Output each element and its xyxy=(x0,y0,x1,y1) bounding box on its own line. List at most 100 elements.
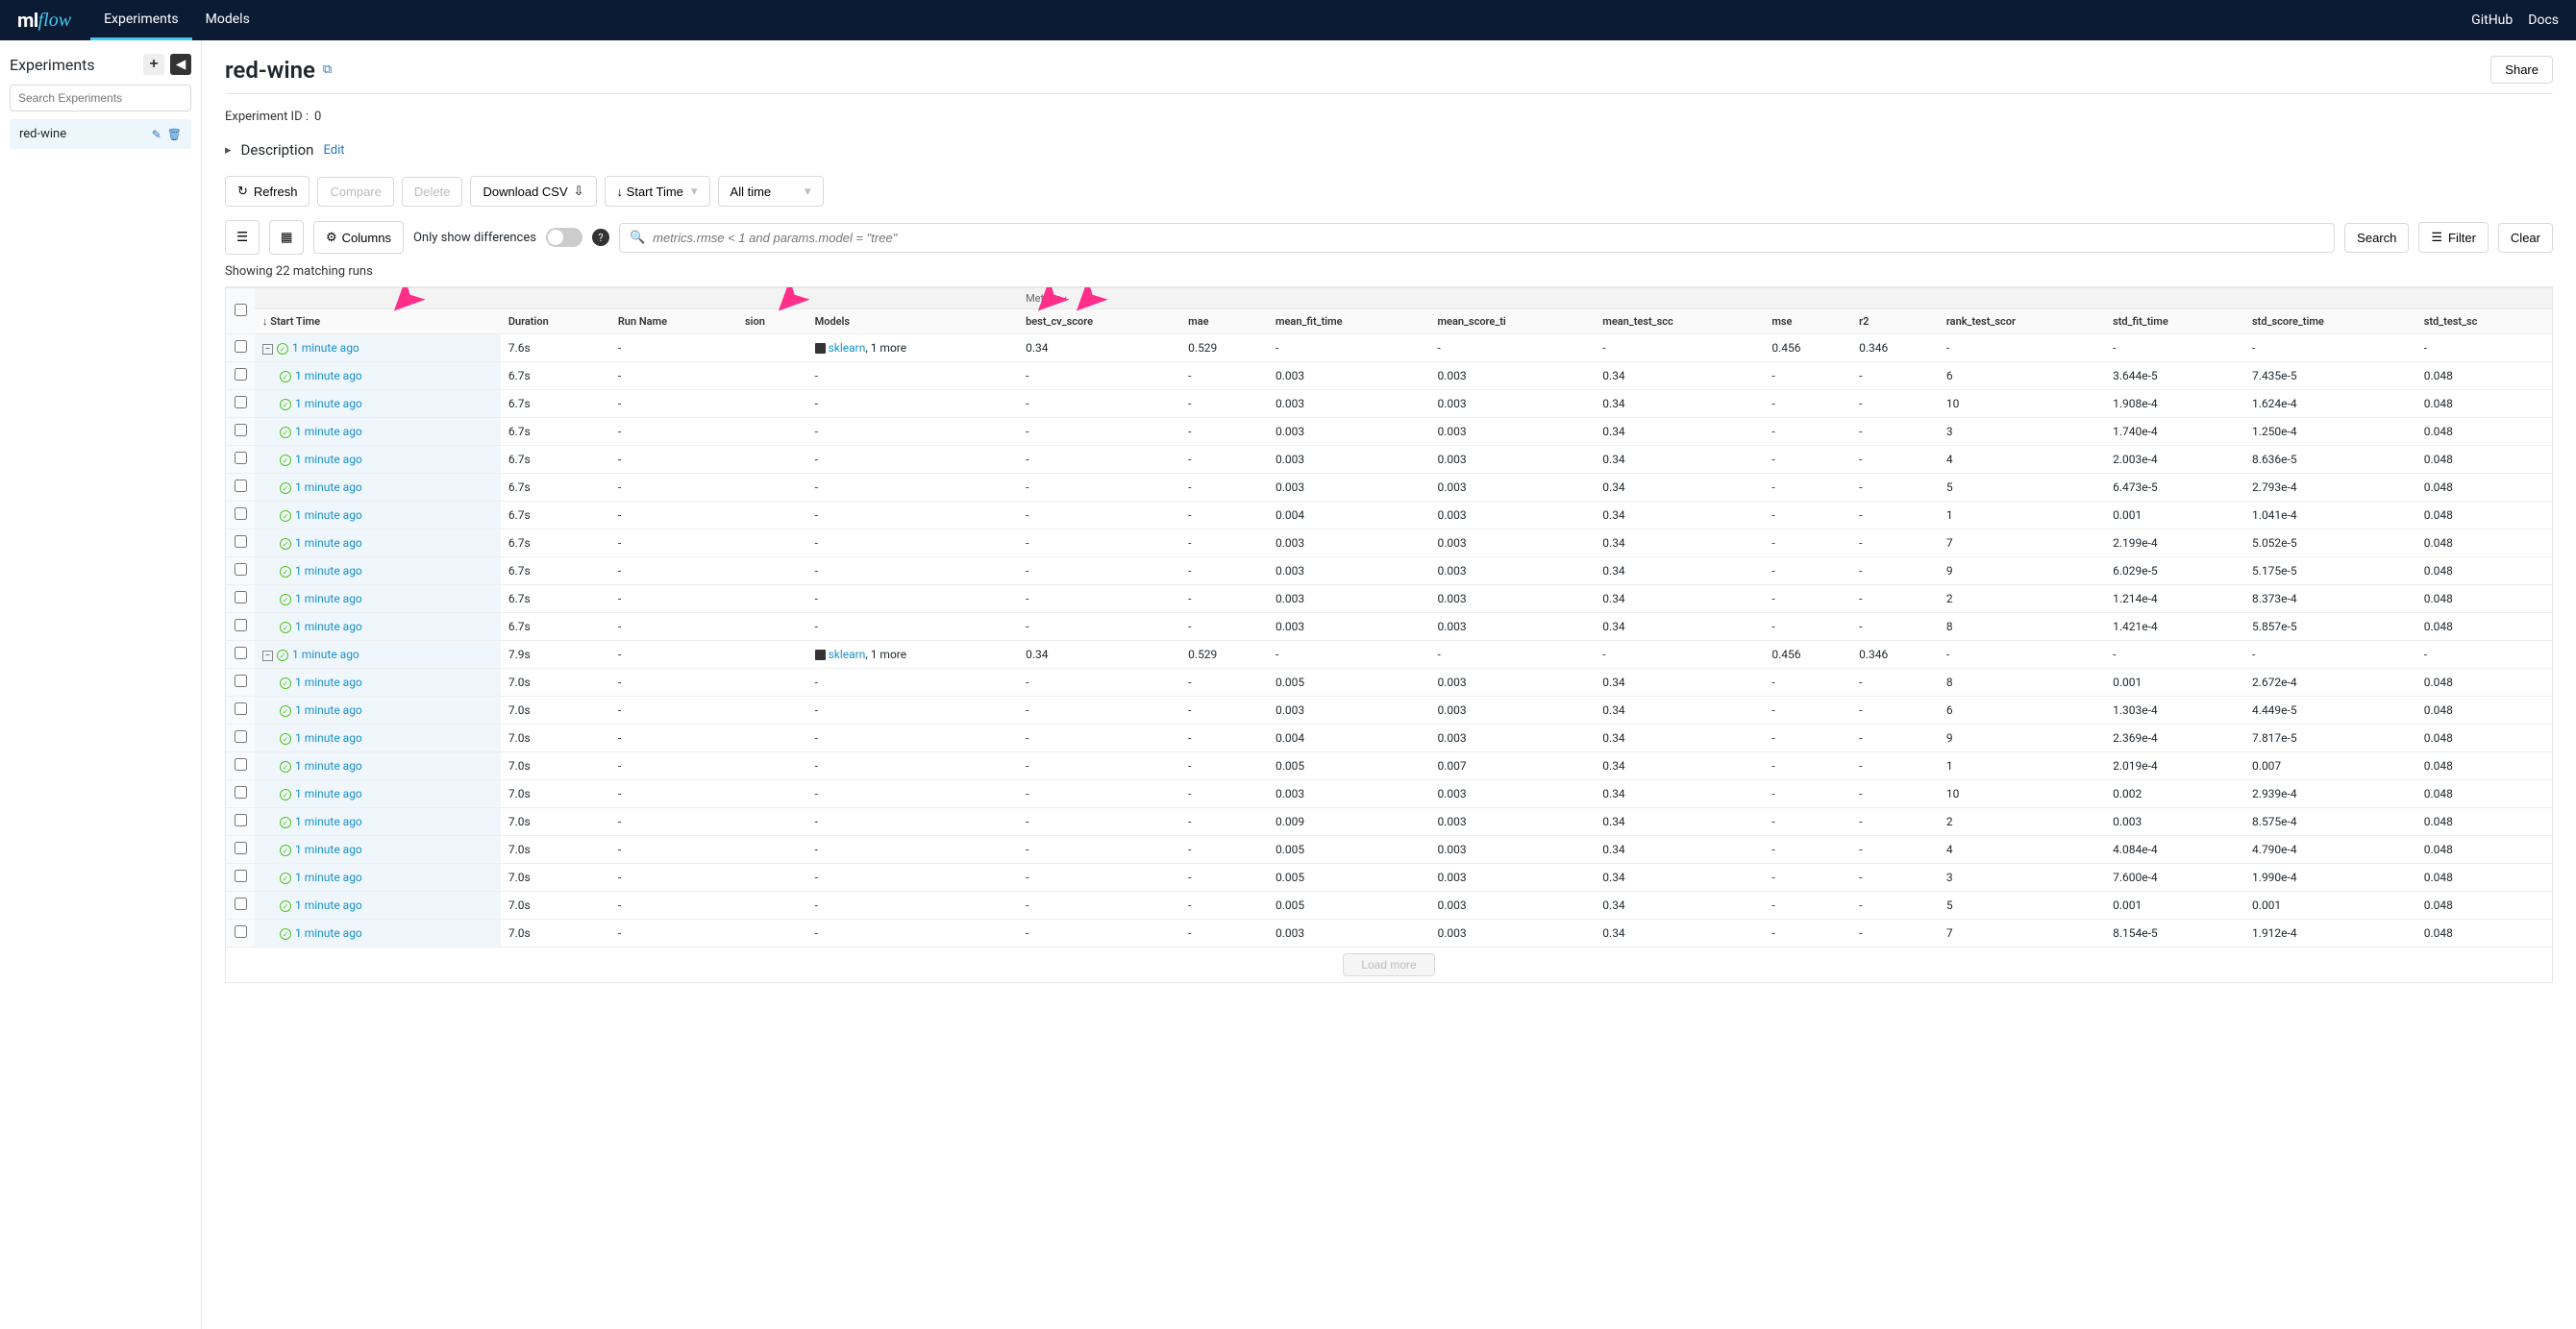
model-link[interactable]: sklearn xyxy=(829,648,866,661)
row-checkbox[interactable] xyxy=(235,535,247,548)
columns-button[interactable]: ⚙Columns xyxy=(313,221,404,254)
col-sts[interactable]: std_test_sc xyxy=(2416,309,2552,334)
trash-icon[interactable]: 🗑 xyxy=(167,128,182,141)
run-time-link[interactable]: 1 minute ago xyxy=(295,508,362,522)
run-time-link[interactable]: 1 minute ago xyxy=(295,843,362,856)
col-sst[interactable]: std_score_time xyxy=(2244,309,2416,334)
table-row[interactable]: ✓1 minute ago6.7s----0.0030.0030.34--81.… xyxy=(226,613,2552,641)
col-sft[interactable]: std_fit_time xyxy=(2105,309,2244,334)
row-checkbox[interactable] xyxy=(235,814,247,826)
copy-icon[interactable]: ⧉ xyxy=(323,62,332,77)
table-row[interactable]: −✓1 minute ago7.6s-sklearn, 1 more0.340.… xyxy=(226,334,2552,362)
row-checkbox[interactable] xyxy=(235,786,247,799)
table-row[interactable]: ✓1 minute ago7.0s----0.0030.0030.34--78.… xyxy=(226,920,2552,948)
table-row[interactable]: ✓1 minute ago7.0s----0.0050.0030.34--44.… xyxy=(226,836,2552,864)
search-button[interactable]: Search xyxy=(2344,223,2409,253)
row-checkbox[interactable] xyxy=(235,452,247,464)
table-row[interactable]: ✓1 minute ago6.7s----0.0030.0030.34--56.… xyxy=(226,474,2552,502)
help-icon[interactable]: ? xyxy=(592,229,609,246)
table-row[interactable]: ✓1 minute ago7.0s----0.0030.0030.34--100… xyxy=(226,780,2552,808)
col-mae[interactable]: mae xyxy=(1180,309,1268,334)
row-checkbox[interactable] xyxy=(235,730,247,743)
row-checkbox[interactable] xyxy=(235,368,247,381)
run-time-link[interactable]: 1 minute ago xyxy=(295,926,362,940)
search-runs-wrap[interactable]: 🔍 xyxy=(619,223,2335,253)
run-time-link[interactable]: 1 minute ago xyxy=(295,592,362,605)
link-docs[interactable]: Docs xyxy=(2528,12,2559,28)
clear-button[interactable]: Clear xyxy=(2498,223,2553,253)
run-time-link[interactable]: 1 minute ago xyxy=(295,397,362,410)
sidebar-item-redwine[interactable]: red-wine ✎ 🗑 xyxy=(10,119,191,149)
col-mft[interactable]: mean_fit_time xyxy=(1268,309,1430,334)
add-experiment-button[interactable]: + xyxy=(143,54,164,75)
timerange-select[interactable]: All time▾ xyxy=(718,176,824,207)
row-checkbox[interactable] xyxy=(235,563,247,576)
table-row[interactable]: ✓1 minute ago7.0s----0.0040.0030.34--92.… xyxy=(226,725,2552,752)
table-row[interactable]: ✓1 minute ago6.7s----0.0030.0030.34--101… xyxy=(226,390,2552,418)
run-time-link[interactable]: 1 minute ago xyxy=(295,703,362,717)
expand-icon[interactable]: − xyxy=(262,344,273,355)
row-checkbox[interactable] xyxy=(235,591,247,603)
link-github[interactable]: GitHub xyxy=(2471,12,2513,28)
download-csv-button[interactable]: Download CSV⇩ xyxy=(470,176,596,207)
tab-experiments[interactable]: Experiments xyxy=(90,0,192,40)
table-row[interactable]: ✓1 minute ago7.0s----0.0050.0030.34--37.… xyxy=(226,864,2552,892)
grid-view-button[interactable]: ▦ xyxy=(269,220,304,255)
table-row[interactable]: ✓1 minute ago6.7s----0.0030.0030.34--42.… xyxy=(226,446,2552,474)
col-mts[interactable]: mean_test_scc xyxy=(1595,309,1764,334)
logo[interactable]: mlflow xyxy=(17,9,71,32)
row-checkbox[interactable] xyxy=(235,619,247,631)
row-checkbox[interactable] xyxy=(235,842,247,854)
expand-icon[interactable]: − xyxy=(262,651,273,661)
share-button[interactable]: Share xyxy=(2490,56,2553,84)
row-checkbox[interactable] xyxy=(235,898,247,910)
col-rank[interactable]: rank_test_scor xyxy=(1939,309,2105,334)
col-duration[interactable]: Duration xyxy=(501,309,610,334)
table-row[interactable]: ✓1 minute ago7.0s----0.0030.0030.34--61.… xyxy=(226,697,2552,725)
chevron-left-icon[interactable]: ‹ xyxy=(1064,292,1067,305)
run-time-link[interactable]: 1 minute ago xyxy=(292,341,359,355)
search-experiments-input[interactable] xyxy=(10,85,191,111)
run-time-link[interactable]: 1 minute ago xyxy=(295,898,362,912)
list-view-button[interactable]: ☰ xyxy=(225,220,260,255)
pencil-icon[interactable]: ✎ xyxy=(152,128,161,141)
row-checkbox[interactable] xyxy=(235,870,247,882)
run-time-link[interactable]: 1 minute ago xyxy=(295,564,362,578)
run-time-link[interactable]: 1 minute ago xyxy=(295,620,362,633)
col-mse[interactable]: mse xyxy=(1764,309,1851,334)
select-all-checkbox[interactable] xyxy=(235,304,247,316)
table-row[interactable]: ✓1 minute ago7.0s----0.0050.0030.34--50.… xyxy=(226,892,2552,920)
table-row[interactable]: ✓1 minute ago6.7s----0.0030.0030.34--31.… xyxy=(226,418,2552,446)
col-start-time[interactable]: ↓ Start Time xyxy=(255,309,501,334)
table-row[interactable]: ✓1 minute ago6.7s----0.0030.0030.34--72.… xyxy=(226,529,2552,557)
run-time-link[interactable]: 1 minute ago xyxy=(295,815,362,828)
table-row[interactable]: ✓1 minute ago6.7s----0.0030.0030.34--96.… xyxy=(226,557,2552,585)
row-checkbox[interactable] xyxy=(235,424,247,436)
tab-models[interactable]: Models xyxy=(192,0,263,40)
row-checkbox[interactable] xyxy=(235,675,247,687)
filter-button[interactable]: ☰Filter xyxy=(2418,222,2489,253)
col-sion[interactable]: sion xyxy=(737,309,807,334)
row-checkbox[interactable] xyxy=(235,480,247,492)
row-checkbox[interactable] xyxy=(235,507,247,520)
sort-select[interactable]: ↓ Start Time▾ xyxy=(605,176,710,207)
run-time-link[interactable]: 1 minute ago xyxy=(295,787,362,800)
run-time-link[interactable]: 1 minute ago xyxy=(295,369,362,382)
run-time-link[interactable]: 1 minute ago xyxy=(295,871,362,884)
run-time-link[interactable]: 1 minute ago xyxy=(292,648,359,661)
run-time-link[interactable]: 1 minute ago xyxy=(295,480,362,494)
table-row[interactable]: ✓1 minute ago6.7s----0.0030.0030.34--21.… xyxy=(226,585,2552,613)
col-models[interactable]: Models xyxy=(807,309,1018,334)
run-time-link[interactable]: 1 minute ago xyxy=(295,453,362,466)
only-diff-toggle[interactable] xyxy=(546,228,582,247)
table-row[interactable]: ✓1 minute ago7.0s----0.0050.0030.34--80.… xyxy=(226,669,2552,697)
table-row[interactable]: ✓1 minute ago6.7s----0.0040.0030.34--10.… xyxy=(226,502,2552,529)
run-time-link[interactable]: 1 minute ago xyxy=(295,676,362,689)
row-checkbox[interactable] xyxy=(235,340,247,353)
col-best-cv[interactable]: best_cv_score xyxy=(1018,309,1180,334)
search-runs-input[interactable] xyxy=(653,231,2324,245)
col-mst[interactable]: mean_score_ti xyxy=(1429,309,1595,334)
table-row[interactable]: −✓1 minute ago7.9s-sklearn, 1 more0.340.… xyxy=(226,641,2552,669)
run-time-link[interactable]: 1 minute ago xyxy=(295,759,362,773)
row-checkbox[interactable] xyxy=(235,702,247,715)
